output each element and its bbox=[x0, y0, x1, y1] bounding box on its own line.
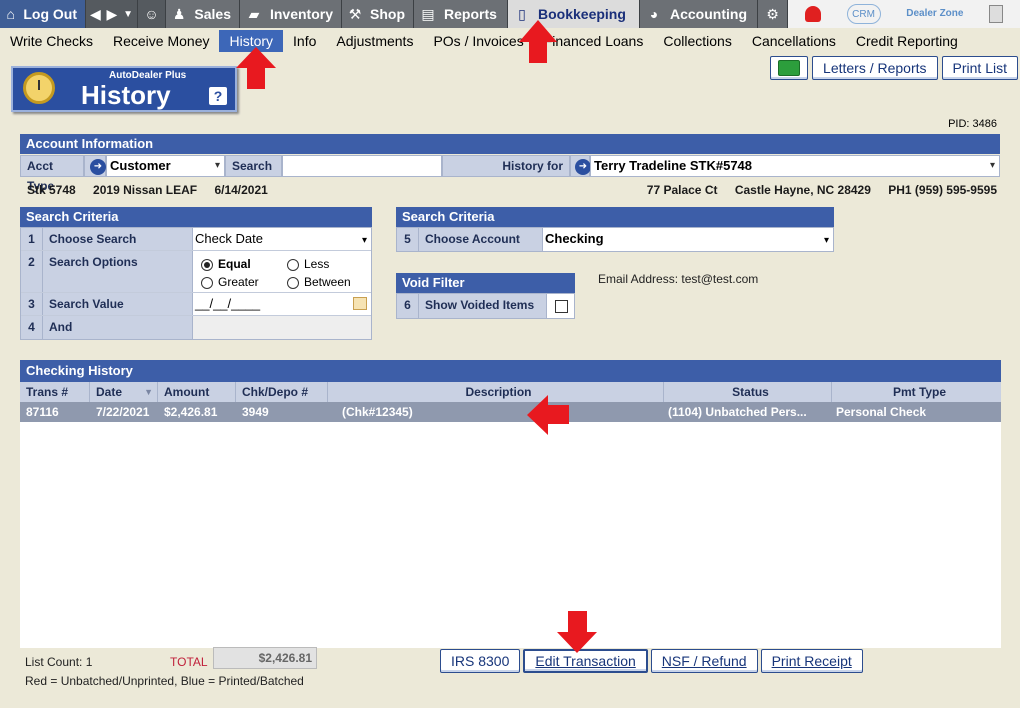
arrow-up-history bbox=[236, 47, 276, 89]
arrow-down-edit bbox=[557, 611, 597, 653]
arrow-left-row bbox=[527, 395, 569, 435]
arrow-up-bookkeeping bbox=[519, 20, 557, 63]
annotation-arrows bbox=[236, 20, 597, 653]
